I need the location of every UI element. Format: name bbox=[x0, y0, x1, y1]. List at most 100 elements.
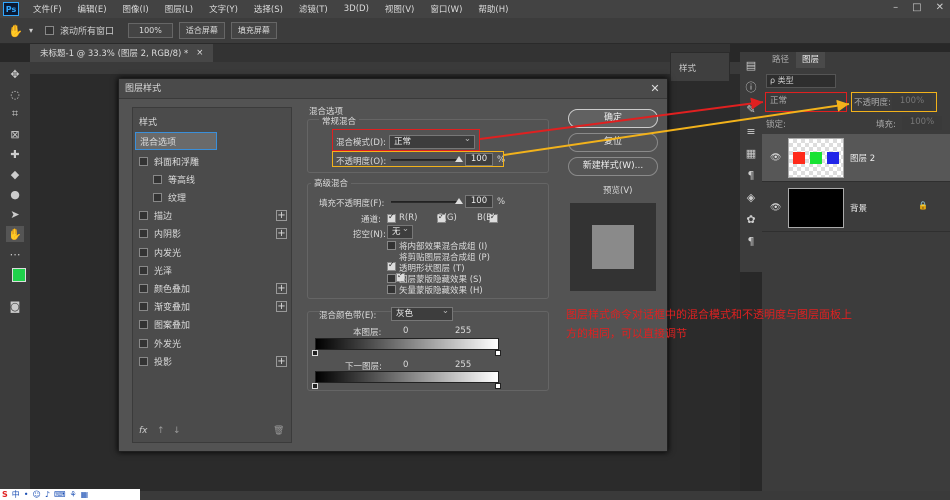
style-item-checkbox[interactable] bbox=[139, 211, 148, 221]
move-tool-icon[interactable]: ✥ bbox=[6, 66, 24, 82]
blending-options-item[interactable]: 混合选项 bbox=[135, 132, 217, 150]
menu-layer[interactable]: 图层(L) bbox=[157, 3, 201, 15]
tool-preset-chevron-icon[interactable]: ▾ bbox=[29, 26, 33, 35]
frame-tool-icon[interactable]: ⊠ bbox=[6, 126, 24, 142]
info-icon[interactable]: ⓘ bbox=[743, 80, 759, 96]
style-item-checkbox[interactable] bbox=[139, 156, 148, 166]
fill-opacity-field[interactable]: 100 bbox=[465, 195, 493, 208]
maximize-icon[interactable]: □ bbox=[912, 2, 921, 13]
adjustments-icon[interactable]: ▦ bbox=[743, 146, 759, 162]
style-item[interactable]: 投影 + bbox=[133, 352, 291, 370]
dodge-tool-icon[interactable]: ● bbox=[6, 186, 24, 202]
hand-tool-icon[interactable]: ✋ bbox=[6, 226, 24, 242]
menu-window[interactable]: 窗口(W) bbox=[422, 3, 470, 15]
brush-panel-icon[interactable]: ✎ bbox=[743, 102, 759, 118]
tab-layers[interactable]: 图层 bbox=[796, 52, 826, 68]
knockout-dropdown[interactable]: 无 bbox=[387, 223, 413, 239]
glyph-icon[interactable]: ¶ bbox=[743, 234, 759, 250]
style-item-checkbox[interactable] bbox=[139, 302, 148, 312]
layer-kind-filter[interactable]: ρ 类型 bbox=[766, 74, 836, 88]
style-item[interactable]: 斜面和浮雕 bbox=[133, 152, 291, 170]
layer-row[interactable]: 👁 图层 2 bbox=[762, 134, 950, 182]
style-item[interactable]: 外发光 bbox=[133, 334, 291, 352]
ime-mode-icon[interactable]: 中 bbox=[12, 489, 20, 500]
dialog-close-icon[interactable]: ✕ bbox=[647, 82, 663, 96]
this-layer-gradient[interactable] bbox=[315, 338, 499, 350]
style-item[interactable]: 等高线 bbox=[133, 170, 291, 188]
add-effect-plus-icon[interactable]: + bbox=[276, 355, 287, 367]
menu-select[interactable]: 选择(S) bbox=[246, 3, 291, 15]
menu-image[interactable]: 图像(I) bbox=[115, 3, 157, 15]
menu-filter[interactable]: 滤镜(T) bbox=[291, 3, 336, 15]
style-item[interactable]: 渐变叠加 + bbox=[133, 298, 291, 316]
ime-skin-icon[interactable]: ▦ bbox=[81, 490, 89, 499]
lasso-tool-icon[interactable]: ◌ bbox=[6, 86, 24, 102]
styles-mini-label[interactable]: 样式 bbox=[679, 62, 696, 74]
add-effect-plus-icon[interactable]: + bbox=[276, 210, 287, 222]
ime-emoji-icon[interactable]: ☺ bbox=[32, 490, 40, 499]
style-item[interactable]: 描边 + bbox=[133, 207, 291, 225]
blend-if-dropdown[interactable]: 灰色 bbox=[391, 305, 453, 321]
ok-button[interactable]: 确定 bbox=[568, 109, 658, 128]
menu-help[interactable]: 帮助(H) bbox=[470, 3, 516, 15]
menu-type[interactable]: 文字(Y) bbox=[201, 3, 246, 15]
swatches-icon[interactable]: ✿ bbox=[743, 212, 759, 228]
style-item-checkbox[interactable] bbox=[153, 174, 162, 184]
move-up-icon[interactable]: ↑ bbox=[157, 426, 165, 436]
visibility-eye-icon[interactable]: 👁 bbox=[770, 153, 781, 163]
this-layer-black-stop[interactable] bbox=[312, 350, 318, 356]
underlying-white-stop[interactable] bbox=[495, 383, 501, 389]
style-item[interactable]: 内阴影 + bbox=[133, 225, 291, 243]
underlying-black-stop[interactable] bbox=[312, 383, 318, 389]
zoom-100-button[interactable]: 100% bbox=[127, 23, 173, 38]
document-tab[interactable]: 未标题-1 @ 33.3% (图层 2, RGB/8) * × bbox=[30, 44, 214, 62]
more-tools-icon[interactable]: ⋯ bbox=[6, 246, 24, 262]
style-item-checkbox[interactable] bbox=[139, 229, 148, 239]
reset-button[interactable]: 复位 bbox=[568, 133, 658, 152]
move-down-icon[interactable]: ↓ bbox=[173, 426, 181, 436]
fill-opacity-slider[interactable] bbox=[391, 198, 463, 204]
foreground-color-swatch[interactable] bbox=[12, 268, 26, 282]
menu-file[interactable]: 文件(F) bbox=[25, 3, 70, 15]
style-item-checkbox[interactable] bbox=[139, 320, 148, 330]
style-item-checkbox[interactable] bbox=[139, 356, 148, 366]
layer-row[interactable]: 👁 背景 🔒 bbox=[762, 184, 950, 232]
menu-3d[interactable]: 3D(D) bbox=[336, 4, 377, 14]
ime-user-icon[interactable]: ⚘ bbox=[69, 490, 76, 499]
advanced-option-checkbox[interactable] bbox=[387, 274, 396, 283]
style-item-checkbox[interactable] bbox=[153, 192, 162, 202]
tab-close-icon[interactable]: × bbox=[196, 48, 203, 58]
style-item[interactable]: 纹理 bbox=[133, 188, 291, 206]
ime-logo-icon[interactable]: S bbox=[2, 490, 8, 499]
fill-screen-button[interactable]: 填充屏幕 bbox=[230, 22, 277, 39]
style-item[interactable]: 图案叠加 bbox=[133, 316, 291, 334]
advanced-option-checkbox[interactable] bbox=[387, 260, 396, 271]
menu-view[interactable]: 视图(V) bbox=[377, 3, 422, 15]
style-item[interactable]: 内发光 bbox=[133, 243, 291, 261]
ime-mic-icon[interactable]: ♪ bbox=[45, 490, 50, 499]
styles-header[interactable]: 样式 bbox=[133, 112, 291, 130]
properties-icon[interactable]: ≡ bbox=[743, 124, 759, 140]
add-effect-plus-icon[interactable]: + bbox=[276, 301, 287, 313]
eraser-tool-icon[interactable]: ◆ bbox=[6, 166, 24, 182]
advanced-option-checkbox[interactable] bbox=[387, 285, 396, 294]
new-style-button[interactable]: 新建样式(W)... bbox=[568, 157, 658, 176]
tab-paths[interactable]: 路径 bbox=[766, 52, 795, 68]
fit-screen-button[interactable]: 适合屏幕 bbox=[178, 22, 225, 39]
style-item[interactable]: 光泽 bbox=[133, 261, 291, 279]
style-item-checkbox[interactable] bbox=[139, 247, 148, 257]
healing-brush-icon[interactable]: ✚ bbox=[6, 146, 24, 162]
path-selection-icon[interactable]: ➤ bbox=[6, 206, 24, 222]
3d-icon[interactable]: ◈ bbox=[743, 190, 759, 206]
style-item-checkbox[interactable] bbox=[139, 265, 148, 275]
ime-keyboard-icon[interactable]: ⌨ bbox=[54, 490, 66, 499]
trash-icon[interactable]: 🗑 bbox=[273, 426, 284, 436]
ime-punct-icon[interactable]: • bbox=[24, 490, 29, 499]
quick-mask-icon[interactable]: ◙ bbox=[6, 298, 24, 314]
underlying-gradient[interactable] bbox=[315, 371, 499, 383]
crop-tool-icon[interactable]: ⌗ bbox=[6, 106, 24, 122]
advanced-option-checkbox[interactable] bbox=[387, 241, 396, 250]
layer-fill-field[interactable]: 100% bbox=[902, 116, 942, 130]
visibility-eye-icon[interactable]: 👁 bbox=[770, 203, 781, 213]
history-icon[interactable]: ▤ bbox=[743, 58, 759, 74]
